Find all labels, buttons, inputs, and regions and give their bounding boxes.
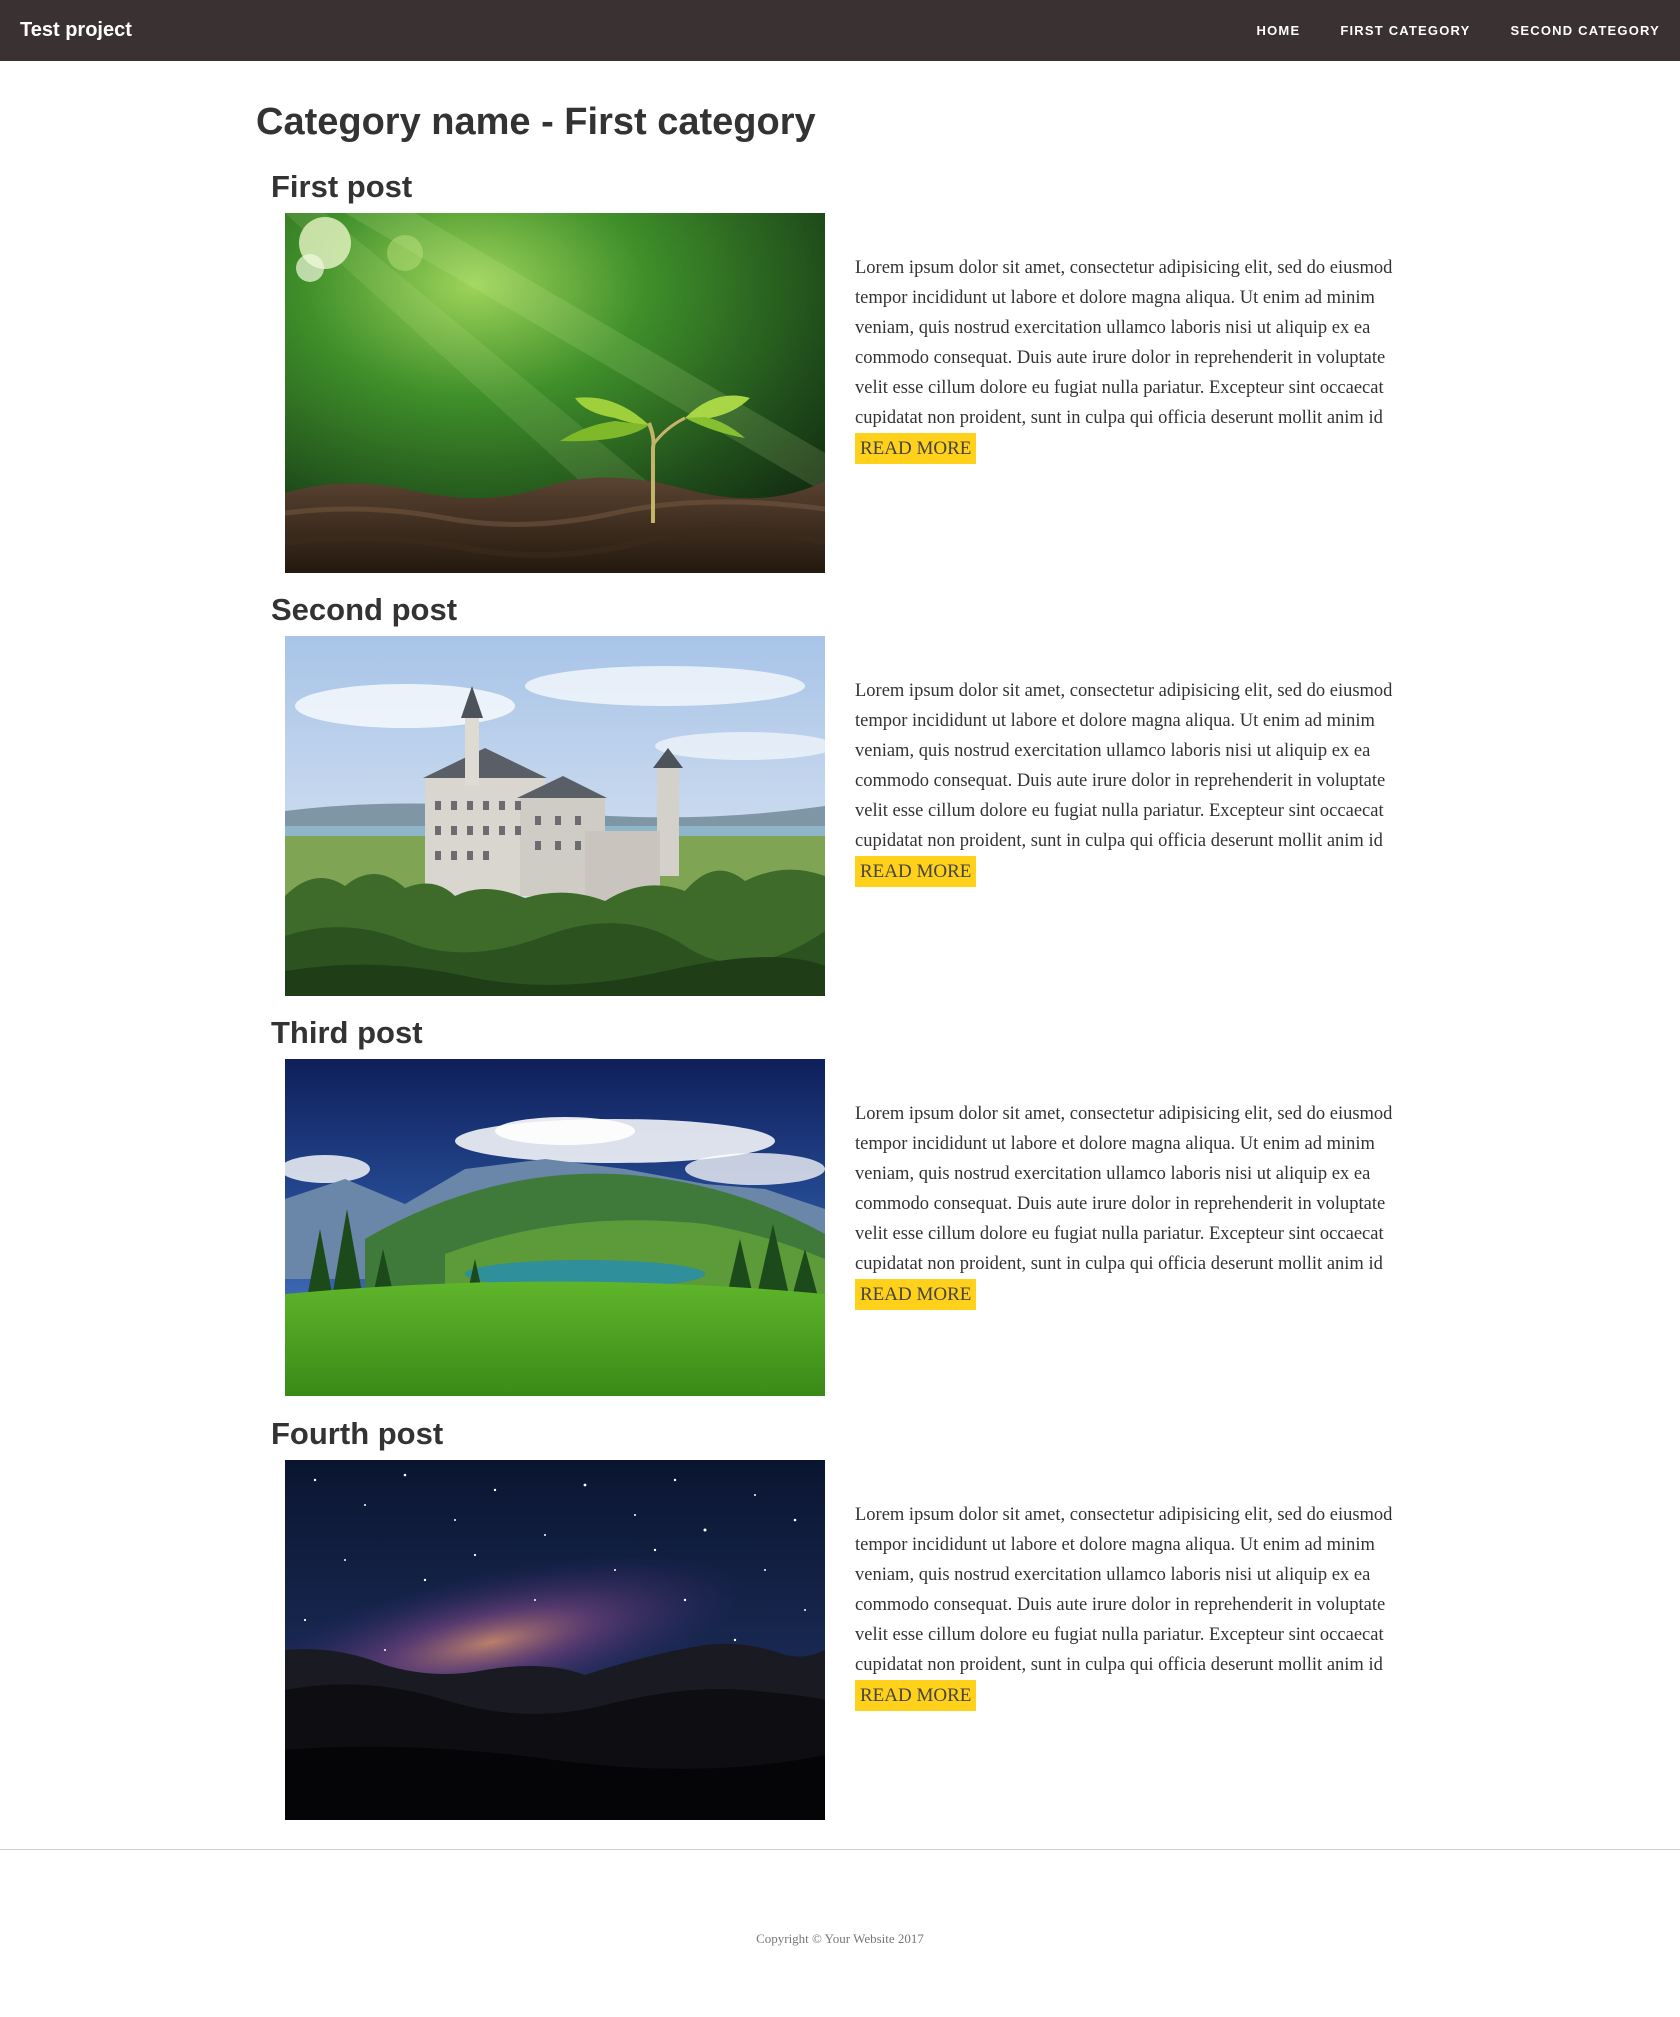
seedling-photo[interactable] (285, 213, 825, 573)
post-excerpt: Lorem ipsum dolor sit amet, consectetur … (855, 1104, 1393, 1304)
post-excerpt: Lorem ipsum dolor sit amet, consectetur … (855, 258, 1393, 458)
read-more-button[interactable]: READ MORE (855, 856, 977, 887)
footer-copyright: Copyright © Your Website 2017 (756, 1931, 924, 1946)
nav-item-first-category[interactable]: FIRST CATEGORY (1340, 23, 1470, 38)
post-excerpt: Lorem ipsum dolor sit amet, consectetur … (855, 1505, 1393, 1705)
post-title[interactable]: Fourth post (271, 1414, 443, 1454)
top-navbar: Test project HOME FIRST CATEGORY SECOND … (0, 0, 1680, 61)
nav-item-second-category[interactable]: SECOND CATEGORY (1511, 23, 1660, 38)
read-more-button[interactable]: READ MORE (855, 433, 977, 464)
read-more-button[interactable]: READ MORE (855, 1680, 977, 1711)
post-excerpt: Lorem ipsum dolor sit amet, consectetur … (855, 681, 1393, 881)
post-title[interactable]: Third post (271, 1013, 423, 1053)
brand-link[interactable]: Test project (20, 0, 132, 61)
night-sky-photo[interactable] (285, 1460, 825, 1820)
page-title: Category name - First category (256, 101, 816, 143)
castle-photo[interactable] (285, 636, 825, 996)
footer-divider (0, 1849, 1680, 1850)
mountain-lake-photo[interactable] (285, 1059, 825, 1396)
nav-item-home[interactable]: HOME (1257, 23, 1301, 38)
post-title[interactable]: First post (271, 167, 412, 207)
nav-menu: HOME FIRST CATEGORY SECOND CATEGORY (1257, 0, 1660, 61)
read-more-button[interactable]: READ MORE (855, 1279, 977, 1310)
post-title[interactable]: Second post (271, 590, 457, 630)
